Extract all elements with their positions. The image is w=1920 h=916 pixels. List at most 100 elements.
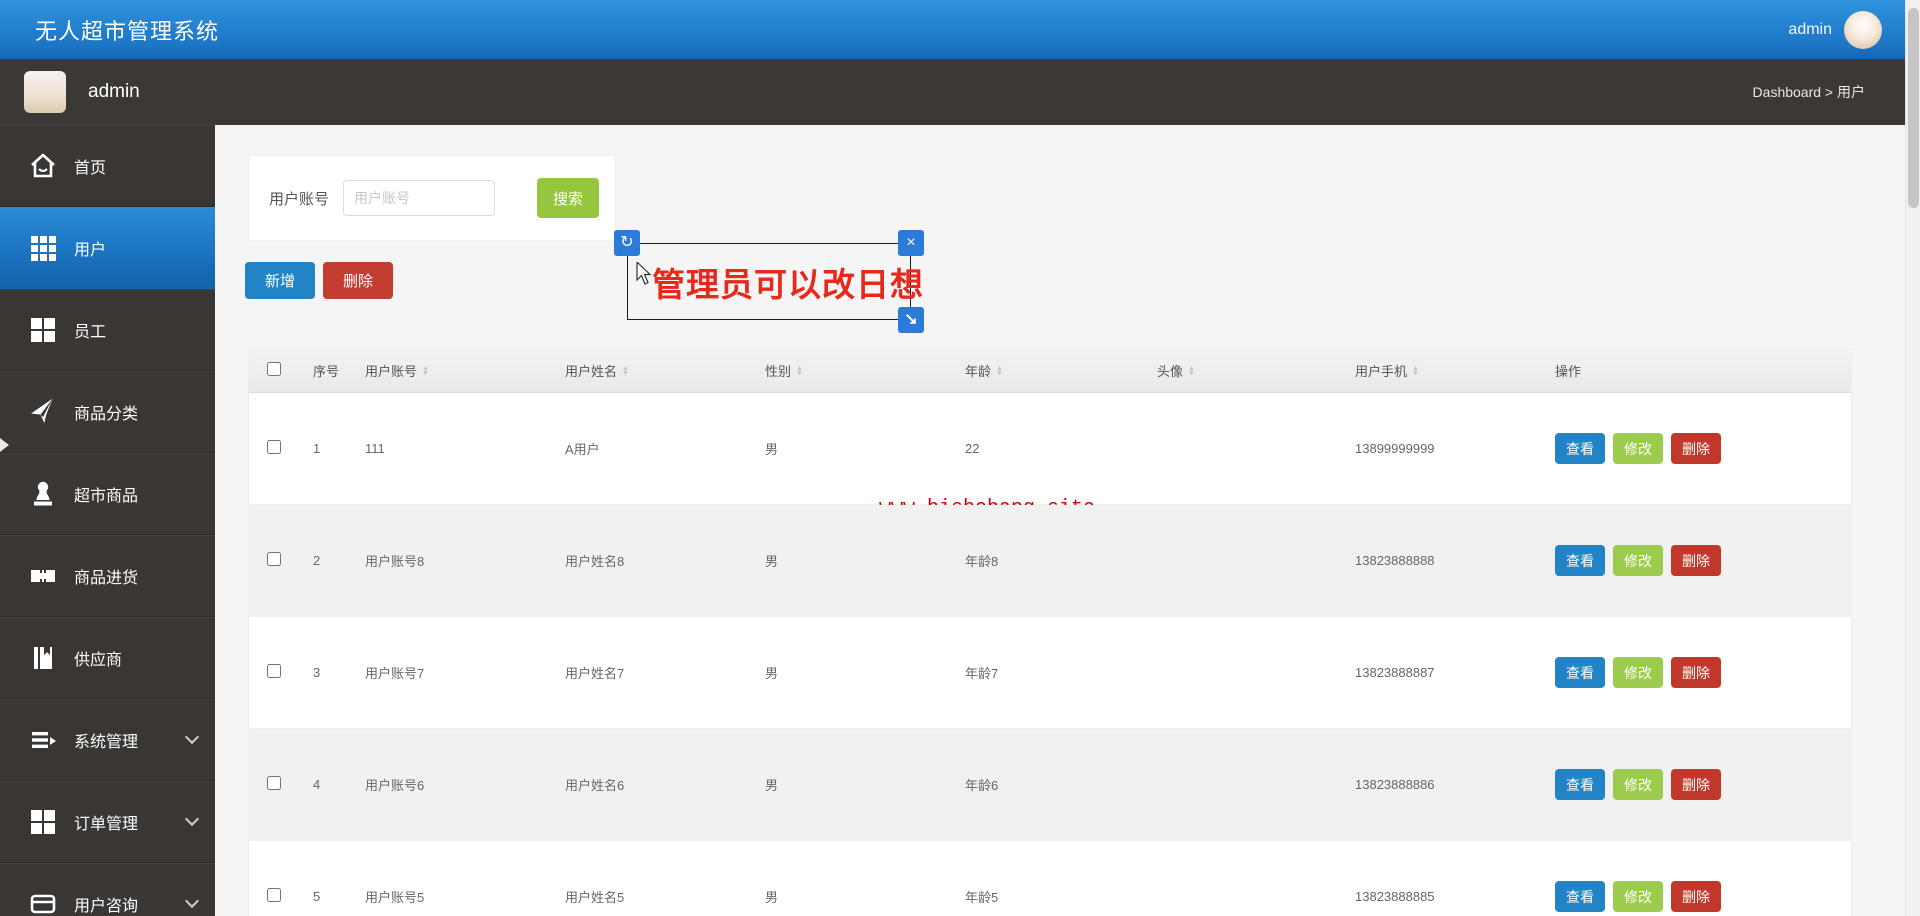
column-header-index: 序号 <box>313 364 340 379</box>
table-row: 3 用户账号7 用户姓名7 男 年龄7 13823888887 查看 修改 删除 <box>249 617 1851 729</box>
column-header-avatar[interactable]: 头像 ▲ ▼ <box>1149 361 1347 380</box>
table-row: 2 用户账号8 用户姓名8 男 年龄8 13823888888 查看 修改 删除 <box>249 505 1851 617</box>
sort-icon[interactable]: ▲ ▼ <box>996 365 1003 377</box>
cell-name: 用户姓名8 <box>565 554 625 569</box>
rotate-handle-icon[interactable]: ↻ <box>614 230 640 256</box>
sidebar-item-order-management[interactable]: 订单管理 <box>0 781 215 863</box>
vertical-scrollbar[interactable] <box>1905 0 1920 916</box>
cell-account: 用户账号6 <box>365 778 425 793</box>
table-toolbar: 新增 删除 <box>245 262 393 299</box>
user-bar: admin Dashboard > 用户 <box>0 59 1920 125</box>
search-input[interactable] <box>343 180 496 216</box>
edit-button[interactable]: 修改 <box>1613 657 1663 688</box>
cell-account: 用户账号7 <box>365 666 425 681</box>
delete-button[interactable]: 删除 <box>323 262 393 299</box>
table-header-row: 序号 用户账号 ▲ ▼ 用户姓名 ▲ ▼ 性别 ▲ ▼ 年龄 ▲ ▼ 头像 ▲ ▼ 用户手机 ▲ ▼ 操… <box>249 349 1851 393</box>
sort-icon[interactable]: ▲ ▼ <box>796 365 803 377</box>
edit-button[interactable]: 修改 <box>1613 881 1663 912</box>
view-button[interactable]: 查看 <box>1555 433 1605 464</box>
sidebar-item-product-category[interactable]: 商品分类 <box>0 371 215 453</box>
app-title: 无人超市管理系统 <box>35 18 220 44</box>
app-window: 无人超市管理系统 admin admin Dashboard > 用户 首页 用… <box>0 0 1920 916</box>
add-button[interactable]: 新增 <box>245 262 315 299</box>
cell-name: 用户姓名7 <box>565 666 625 681</box>
sidebar-item-label: 超市商品 <box>74 487 139 505</box>
sidebar-item-label: 供应商 <box>74 651 123 669</box>
sidebar-item-home[interactable]: 首页 <box>0 125 215 207</box>
cell-index: 4 <box>313 777 321 792</box>
scrollbar-thumb[interactable] <box>1908 8 1919 208</box>
column-header-gender[interactable]: 性别 ▲ ▼ <box>757 361 957 380</box>
sort-icon[interactable]: ▲ ▼ <box>422 365 429 377</box>
cell-account: 用户账号5 <box>365 890 425 905</box>
user-avatar[interactable] <box>1844 10 1882 49</box>
edit-button[interactable]: 修改 <box>1613 769 1663 800</box>
cell-index: 1 <box>313 441 321 456</box>
cell-age: 年龄8 <box>965 554 999 569</box>
close-icon[interactable]: × <box>898 230 924 256</box>
sidebar-collapse-marker <box>0 438 9 452</box>
sidebar-item-staff[interactable]: 员工 <box>0 289 215 371</box>
view-button[interactable]: 查看 <box>1555 881 1605 912</box>
annotation-text: 管理员可以改日想 <box>652 266 924 303</box>
resize-handle-icon[interactable]: ↘ <box>898 307 924 333</box>
users-table: 序号 用户账号 ▲ ▼ 用户姓名 ▲ ▼ 性别 ▲ ▼ 年龄 ▲ ▼ 头像 ▲ ▼ 用户手机 ▲ ▼ 操… <box>248 348 1852 916</box>
main-content: 用户账号 搜索 新增 删除 ↻ × ↘ 管理员可以改日想 序号 用户账号▲▼ 用… <box>215 125 1905 916</box>
row-checkbox[interactable] <box>267 440 281 454</box>
annotation-box[interactable]: ↻ × ↘ 管理员可以改日想 <box>614 230 924 333</box>
top-header: 无人超市管理系统 admin <box>0 0 1920 59</box>
column-header-account[interactable]: 用户账号 ▲ ▼ <box>357 361 557 380</box>
sort-icon[interactable]: ▲ ▼ <box>1188 365 1195 377</box>
column-header-name[interactable]: 用户姓名 ▲ ▼ <box>557 361 757 380</box>
cell-gender: 男 <box>765 890 779 905</box>
grid-3x3-icon <box>28 233 58 263</box>
row-delete-button[interactable]: 删除 <box>1671 545 1721 576</box>
sort-icon[interactable]: ▲ ▼ <box>622 365 629 377</box>
userbar-profile: admin <box>24 71 140 113</box>
sidebar-item-supplier[interactable]: 供应商 <box>0 617 215 699</box>
sidebar-item-system-management[interactable]: 系统管理 <box>0 699 215 781</box>
cell-account: 111 <box>365 441 385 456</box>
sidebar-item-users[interactable]: 用户 <box>0 207 215 289</box>
view-button[interactable]: 查看 <box>1555 545 1605 576</box>
sort-icon[interactable]: ▲ ▼ <box>1412 365 1419 377</box>
sidebar-item-supermarket-goods[interactable]: 超市商品 <box>0 453 215 535</box>
paper-plane-icon <box>28 397 58 427</box>
row-delete-button[interactable]: 删除 <box>1671 433 1721 464</box>
sidebar-item-label: 系统管理 <box>74 733 139 751</box>
profile-username: admin <box>88 81 140 102</box>
cell-age: 年龄6 <box>965 778 999 793</box>
cell-account: 用户账号8 <box>365 554 425 569</box>
search-label: 用户账号 <box>269 190 330 208</box>
breadcrumb: Dashboard > 用户 <box>1752 84 1865 100</box>
chevron-down-icon <box>184 729 200 744</box>
list-icon <box>28 725 58 755</box>
column-header-age[interactable]: 年龄 ▲ ▼ <box>957 361 1149 380</box>
edit-button[interactable]: 修改 <box>1613 433 1663 464</box>
table-row: 1 111 A用户 男 22 13899999999 查看 修改 删除 www.… <box>249 393 1851 520</box>
sidebar-item-goods-purchase[interactable]: 商品进货 <box>0 535 215 617</box>
row-checkbox[interactable] <box>267 776 281 790</box>
row-checkbox[interactable] <box>267 888 281 902</box>
topbar-user-area[interactable]: admin <box>1788 10 1900 49</box>
mouse-cursor-icon <box>636 262 652 285</box>
select-all-checkbox[interactable] <box>267 362 281 376</box>
table-row: 4 用户账号6 用户姓名6 男 年龄6 13823888886 查看 修改 删除 <box>249 729 1851 841</box>
row-delete-button[interactable]: 删除 <box>1671 769 1721 800</box>
sidebar-item-user-inquiry[interactable]: 用户咨询 <box>0 863 215 916</box>
cell-phone: 13823888888 <box>1355 553 1435 568</box>
view-button[interactable]: 查看 <box>1555 657 1605 688</box>
sidebar-item-label: 员工 <box>74 323 107 341</box>
sidebar-item-label: 用户咨询 <box>74 897 139 915</box>
edit-button[interactable]: 修改 <box>1613 545 1663 576</box>
view-button[interactable]: 查看 <box>1555 769 1605 800</box>
cell-name: 用户姓名6 <box>565 778 625 793</box>
cell-age: 年龄5 <box>965 890 999 905</box>
row-delete-button[interactable]: 删除 <box>1671 657 1721 688</box>
row-delete-button[interactable]: 删除 <box>1671 881 1721 912</box>
column-header-phone[interactable]: 用户手机 ▲ ▼ <box>1347 361 1547 380</box>
row-checkbox[interactable] <box>267 664 281 678</box>
row-checkbox[interactable] <box>267 552 281 566</box>
card-icon <box>28 889 58 916</box>
search-button[interactable]: 搜索 <box>537 178 599 218</box>
